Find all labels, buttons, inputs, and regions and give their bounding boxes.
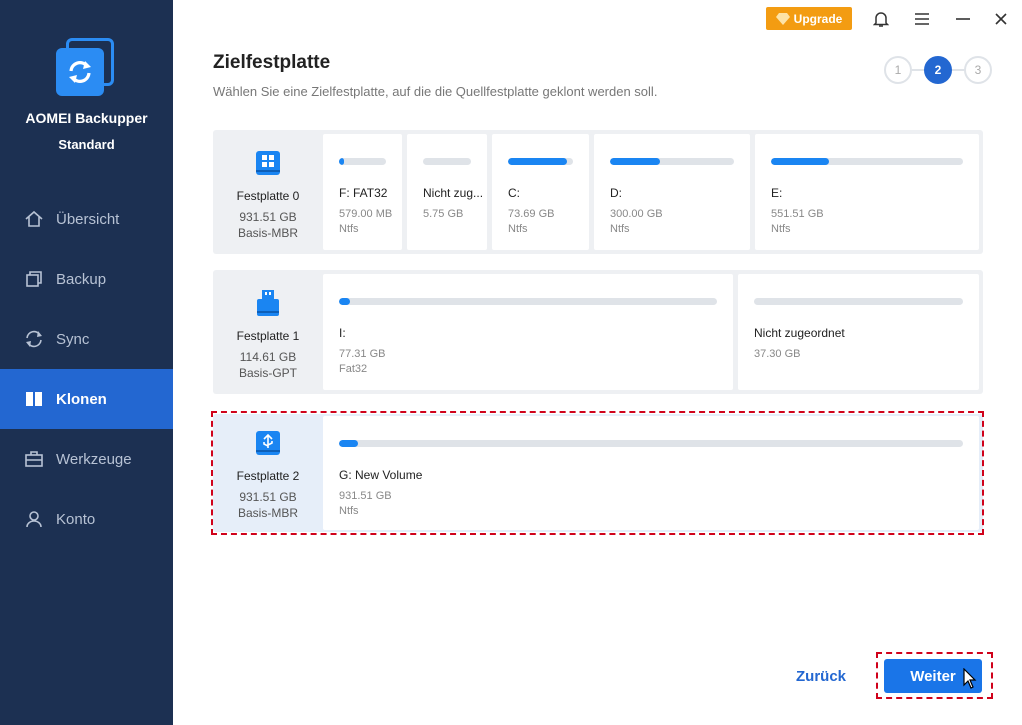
backup-icon	[26, 271, 42, 287]
selection-highlight	[211, 411, 984, 535]
partition-label: C:	[508, 186, 520, 200]
back-button[interactable]: Zurück	[796, 668, 846, 685]
step-1: 1	[884, 56, 912, 84]
partition-fs: Ntfs	[771, 223, 791, 235]
sidebar-item-label: Sync	[56, 330, 90, 348]
partition[interactable]: I: 77.31 GB Fat32	[323, 274, 733, 390]
partition-label: D:	[610, 186, 622, 200]
partition-label: F: FAT32	[339, 186, 388, 200]
partition-label: Nicht zug...	[423, 186, 484, 200]
sync-arrows-icon	[69, 61, 91, 83]
close-icon[interactable]	[990, 8, 1012, 30]
disk-size: 931.51 GB	[239, 210, 297, 224]
user-icon	[26, 511, 42, 528]
app-edition: Standard	[58, 137, 115, 152]
sidebar-item-tools[interactable]: Werkzeuge	[0, 429, 173, 489]
sidebar-item-label: Konto	[56, 510, 96, 528]
disk-info: Festplatte 1 114.61 GB Basis-GPT	[215, 272, 321, 392]
disk-name: Festplatte 0	[236, 189, 300, 203]
sidebar-item-sync[interactable]: Sync	[0, 309, 173, 369]
app-logo	[56, 38, 116, 98]
sidebar-item-clone[interactable]: Klonen	[0, 369, 173, 429]
disk-row-1[interactable]: Festplatte 1 114.61 GB Basis-GPT I: 77.3…	[213, 270, 983, 394]
partition-size: 73.69 GB	[508, 208, 555, 220]
disk-size: 114.61 GB	[239, 350, 297, 364]
partition-size: 37.30 GB	[754, 348, 801, 360]
sidebar-item-label: Werkzeuge	[56, 450, 132, 468]
partition-fs: Fat32	[339, 363, 368, 375]
partition-size: 5.75 GB	[423, 208, 464, 220]
partition-fs: Ntfs	[508, 223, 528, 235]
menu-icon[interactable]	[911, 8, 933, 30]
step-2: 2	[924, 56, 952, 84]
usage-fill	[508, 158, 567, 165]
sidebar-item-label: Übersicht	[56, 210, 120, 228]
sidebar: AOMEI Backupper Standard Übersicht Backu…	[0, 0, 173, 725]
minimize-icon[interactable]	[952, 8, 974, 30]
partition[interactable]: Nicht zugeordnet 37.30 GB	[738, 274, 979, 390]
sync-icon	[26, 330, 42, 348]
partition-label: Nicht zugeordnet	[754, 326, 845, 340]
usage-fill	[610, 158, 660, 165]
usage-fill	[339, 298, 351, 305]
mouse-cursor-icon	[963, 668, 977, 689]
page-subtitle: Wählen Sie eine Zielfestplatte, auf die …	[213, 84, 658, 99]
usage-fill	[339, 158, 344, 165]
partition-size: 300.00 GB	[610, 208, 663, 220]
disk-name: Festplatte 1	[236, 329, 300, 343]
toolbox-icon	[25, 451, 43, 467]
sidebar-item-backup[interactable]: Backup	[0, 249, 173, 309]
partition[interactable]: Nicht zug... 5.75 GB	[407, 134, 487, 250]
disk-row-0[interactable]: Festplatte 0 931.51 GB Basis-MBR F: FAT3…	[213, 130, 983, 254]
partition-size: 77.31 GB	[339, 348, 386, 360]
sidebar-item-label: Backup	[56, 270, 107, 288]
diamond-icon	[775, 12, 790, 25]
partition-size: 551.51 GB	[771, 208, 824, 220]
partition-label: E:	[771, 186, 783, 200]
upgrade-button[interactable]: Upgrade	[766, 7, 852, 30]
partition-fs: Ntfs	[610, 223, 630, 235]
partition-label: I:	[339, 326, 346, 340]
usb-drive-icon	[257, 290, 279, 316]
disk-type: Basis-MBR	[237, 226, 298, 240]
clone-icon	[26, 392, 42, 406]
partition[interactable]: F: FAT32 579.00 MB Ntfs	[323, 134, 402, 250]
app-name: AOMEI Backupper	[25, 110, 148, 126]
upgrade-label: Upgrade	[793, 11, 843, 26]
partition-size: 579.00 MB	[339, 208, 393, 220]
sidebar-nav: Übersicht Backup Sync Klonen Werkzeuge K…	[0, 189, 173, 549]
usage-fill	[771, 158, 829, 165]
step-indicator: 1 2 3	[884, 56, 994, 84]
partition[interactable]: E: 551.51 GB Ntfs	[755, 134, 979, 250]
step-3: 3	[964, 56, 992, 84]
disk-type: Basis-GPT	[238, 366, 297, 380]
partition-fs: Ntfs	[339, 223, 359, 235]
bell-icon[interactable]	[870, 8, 892, 30]
sidebar-item-overview[interactable]: Übersicht	[0, 189, 173, 249]
partition[interactable]: D: 300.00 GB Ntfs	[594, 134, 750, 250]
disk-info: Festplatte 0 931.51 GB Basis-MBR	[215, 132, 321, 252]
sidebar-item-account[interactable]: Konto	[0, 489, 173, 549]
home-icon	[25, 210, 43, 227]
sidebar-item-label: Klonen	[56, 390, 107, 408]
page-title: Zielfestplatte	[213, 52, 331, 73]
disk-icon	[256, 151, 280, 175]
partition[interactable]: C: 73.69 GB Ntfs	[492, 134, 589, 250]
